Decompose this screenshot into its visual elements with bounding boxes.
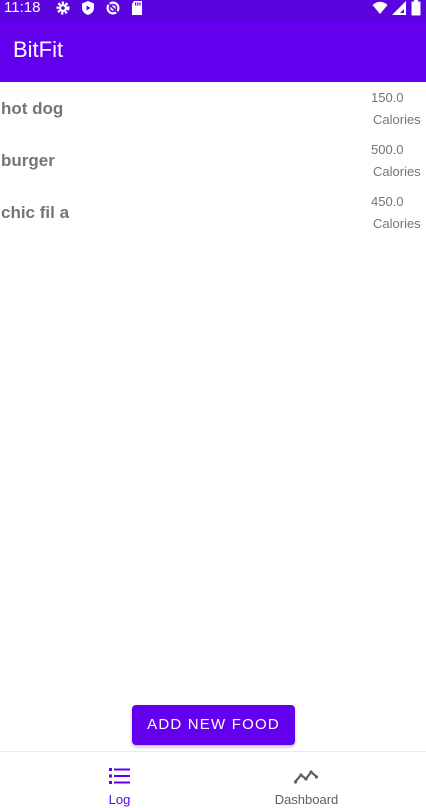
food-list-item[interactable]: chic fil a 450.0 Calories	[0, 186, 426, 238]
food-list-item[interactable]: hot dog 150.0 Calories	[0, 82, 426, 134]
status-time: 11:18	[4, 0, 41, 16]
add-new-food-button[interactable]: ADD NEW FOOD	[132, 705, 295, 745]
food-calories-unit: Calories	[373, 112, 421, 127]
food-calories-unit: Calories	[373, 164, 421, 179]
list-icon	[108, 766, 132, 786]
food-name: burger	[1, 151, 55, 170]
play-protect-icon	[80, 0, 96, 16]
nav-item-log[interactable]: Log	[13, 752, 226, 808]
app-title: BitFit	[13, 37, 64, 62]
sync-icon	[105, 0, 121, 16]
wifi-icon	[372, 0, 388, 16]
status-bar: 11:18	[0, 0, 426, 19]
food-calories-value: 150.0	[371, 90, 404, 105]
food-list[interactable]: hot dog 150.0 Calories burger 500.0 Calo…	[0, 82, 426, 238]
food-name: chic fil a	[1, 203, 70, 222]
food-list-item[interactable]: burger 500.0 Calories	[0, 134, 426, 186]
food-name: hot dog	[1, 99, 64, 118]
nav-item-dashboard[interactable]: Dashboard	[200, 752, 413, 808]
settings-icon	[55, 0, 71, 16]
food-calories-unit: Calories	[373, 216, 421, 231]
signal-icon	[391, 0, 407, 16]
nav-label-dashboard: Dashboard	[274, 792, 339, 807]
sd-card-icon	[129, 0, 145, 16]
bottom-navigation: Log Dashboard	[0, 751, 426, 808]
food-calories-value: 450.0	[371, 194, 404, 209]
app-bar: BitFit	[0, 19, 426, 82]
app-screen: 11:18 BitFit hot dog 150.0 Calories burg…	[0, 0, 426, 808]
trending-chart-icon	[294, 766, 318, 786]
nav-label-log: Log	[108, 792, 131, 807]
food-calories-value: 500.0	[371, 142, 404, 157]
battery-icon	[410, 0, 422, 16]
